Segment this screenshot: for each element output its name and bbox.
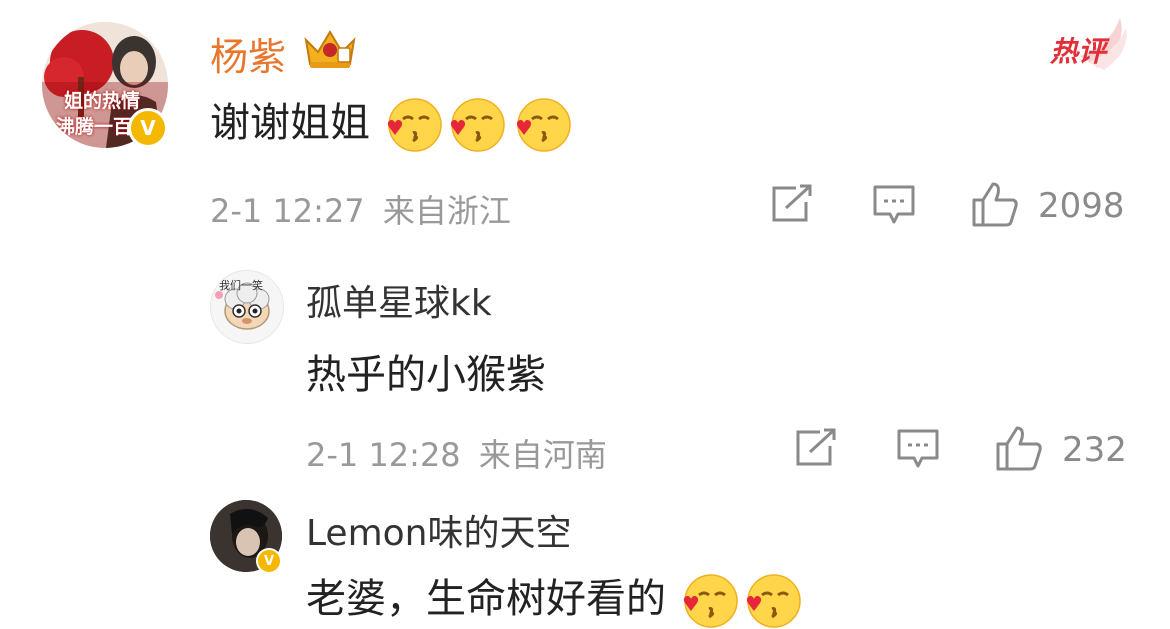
comment-location: 来自河南 (478, 436, 607, 474)
like-icon[interactable] (994, 424, 1044, 472)
comment-time: 2-1 12:28 (306, 436, 461, 474)
avatar-caption-1: 姐的热情 (64, 90, 141, 112)
vip-crown-icon (300, 26, 360, 72)
kiss-emoji-icon (450, 98, 505, 152)
repost-icon[interactable] (770, 184, 814, 224)
comment-icon[interactable] (872, 184, 916, 226)
avatar-caption: 我们一笑 (219, 279, 263, 292)
like-count: 232 (1062, 430, 1127, 470)
verified-badge-icon: V (128, 108, 168, 148)
like-icon[interactable] (970, 180, 1020, 228)
repost-icon[interactable] (794, 428, 838, 468)
kiss-emoji-icon (746, 574, 801, 628)
comment-time: 2-1 12:27 (210, 192, 365, 230)
comment-icon[interactable] (896, 428, 940, 470)
comment-meta: 2-1 12:28 来自河南 (306, 430, 607, 476)
comment-text: 老婆，生命树好看的 (306, 576, 666, 622)
verified-badge-icon: V (256, 548, 282, 574)
avatar-caption-2: 沸腾一百 (56, 116, 133, 138)
comment-text-line: 谢谢姐姐 (210, 90, 575, 153)
like-count: 2098 (1038, 186, 1125, 226)
comment-text: 热乎的小猴紫 (306, 352, 546, 398)
comment-text-line: 老婆，生命树好看的 (306, 566, 805, 629)
avatar[interactable]: 我们一笑 (210, 270, 284, 344)
kiss-emoji-icon (387, 98, 442, 152)
comment-text: 谢谢姐姐 (210, 100, 370, 146)
kiss-emoji-icon (683, 574, 738, 628)
comment-author[interactable]: 孤单星球kk (306, 274, 492, 326)
comment-author[interactable]: 杨紫 (210, 26, 286, 81)
kiss-emoji-icon (516, 98, 571, 152)
hot-comment-label: 热评 (1050, 35, 1107, 68)
comment-author[interactable]: Lemon味的天空 (306, 504, 571, 556)
comment-location: 来自浙江 (382, 192, 511, 230)
comment-meta: 2-1 12:27 来自浙江 (210, 186, 511, 232)
